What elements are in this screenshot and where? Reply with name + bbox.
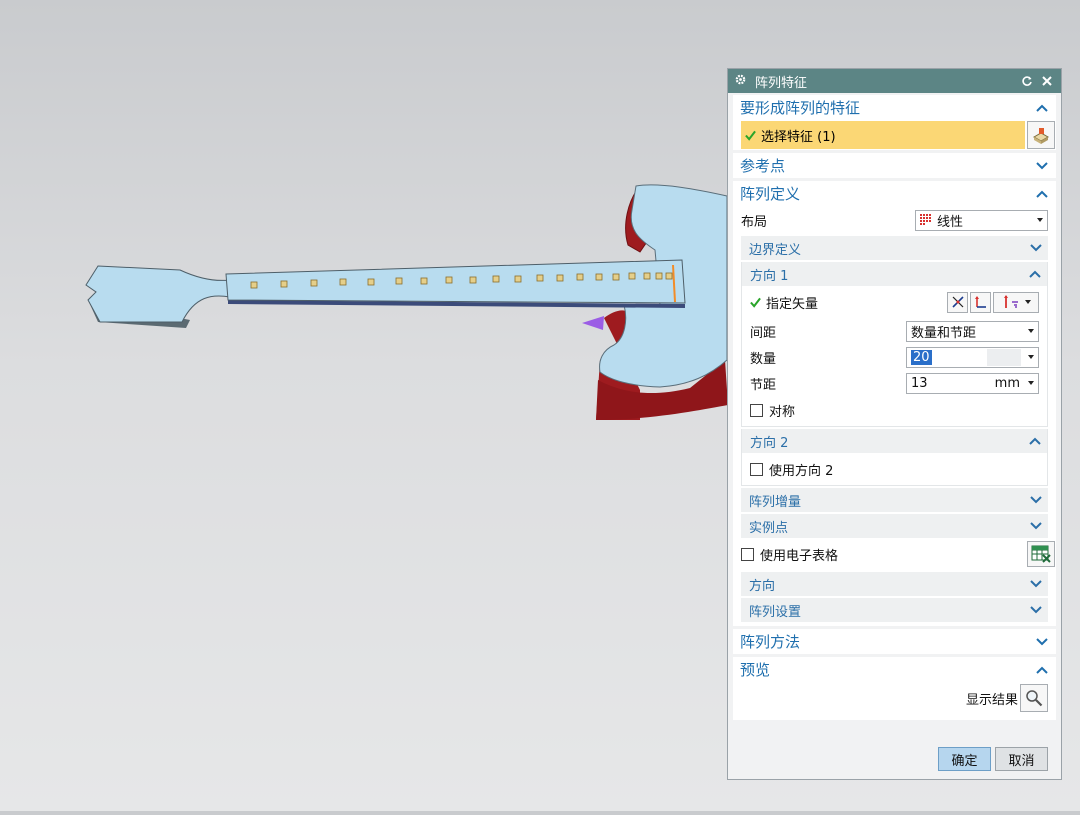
section-features-to-pattern: 要形成阵列的特征 选择特征 (1) — [733, 95, 1056, 150]
vector-dialog-icon[interactable] — [947, 291, 968, 313]
pitch-unit: mm — [994, 375, 1020, 391]
spacing-select[interactable]: 数量和节距 — [906, 320, 1039, 342]
section-header-definition[interactable]: 阵列定义 — [733, 181, 1056, 206]
dialog-titlebar[interactable]: 阵列特征 — [728, 69, 1061, 93]
section-header-method[interactable]: 阵列方法 — [733, 629, 1056, 654]
layout-label: 布局 — [741, 214, 768, 230]
subsection-direction1: 方向 1 指定矢量 间距 数量和节距 数量 20 节距 13 mm 对称 — [741, 262, 1048, 427]
spreadsheet-icon[interactable] — [1027, 541, 1055, 567]
subsection-boundary[interactable]: 边界定义 — [741, 236, 1048, 260]
use-spreadsheet-label: 使用电子表格 — [760, 548, 839, 564]
vector-type-dropdown[interactable] — [993, 291, 1039, 313]
dropdown-arrow-icon — [1028, 355, 1034, 359]
dropdown-arrow-icon — [1028, 329, 1034, 333]
checkmark-icon — [750, 297, 761, 308]
chevron-down-icon — [1036, 637, 1048, 645]
chevron-down-icon — [1030, 244, 1042, 252]
use-direction2-checkbox[interactable] — [750, 462, 763, 476]
count-input[interactable]: 20 — [906, 346, 1039, 368]
magnifier-icon — [1026, 690, 1043, 707]
reset-icon[interactable] — [1019, 73, 1035, 89]
layout-select[interactable]: 线性 — [915, 209, 1048, 231]
checkmark-icon — [745, 130, 756, 141]
pitch-label: 节距 — [750, 377, 777, 393]
chevron-up-icon — [1036, 104, 1048, 112]
chevron-up-icon — [1036, 190, 1048, 198]
spacing-label: 间距 — [750, 325, 777, 341]
subsection-direction2: 方向 2 使用方向 2 — [741, 429, 1048, 486]
use-spreadsheet-checkbox[interactable] — [741, 547, 754, 561]
reverse-direction-icon[interactable] — [970, 291, 991, 313]
subsection-orientation[interactable]: 方向 — [741, 572, 1048, 596]
section-pattern-definition: 阵列定义 布局 线性 边界定义 方向 1 指定矢量 间距 数量和节距 数量 20… — [733, 181, 1056, 626]
subsection-header-direction2[interactable]: 方向 2 — [742, 429, 1047, 453]
dropdown-arrow-icon — [1025, 300, 1031, 304]
subsection-pattern-settings[interactable]: 阵列设置 — [741, 598, 1048, 622]
select-feature-label: 选择特征 (1) — [761, 129, 836, 145]
section-header-reference[interactable]: 参考点 — [733, 153, 1056, 178]
symmetric-label: 对称 — [769, 404, 796, 420]
section-header-features[interactable]: 要形成阵列的特征 — [733, 95, 1056, 120]
ok-button[interactable]: 确定 — [938, 747, 991, 771]
cancel-button[interactable]: 取消 — [995, 747, 1048, 771]
chevron-down-icon — [1030, 496, 1042, 504]
dialog-title: 阵列特征 — [755, 75, 808, 91]
pattern-feature-dialog: 阵列特征 要形成阵列的特征 选择特征 (1) 参考点 阵列定义 布局 线性 边界… — [727, 68, 1062, 780]
chevron-up-icon — [1029, 437, 1041, 445]
specify-vector-label: 指定矢量 — [766, 296, 819, 312]
select-feature-row[interactable]: 选择特征 (1) — [741, 121, 1025, 149]
subsection-instance-points[interactable]: 实例点 — [741, 514, 1048, 538]
section-reference-point: 参考点 — [733, 153, 1056, 178]
subsection-header-direction1[interactable]: 方向 1 — [742, 262, 1047, 286]
dropdown-arrow-icon — [1028, 381, 1034, 385]
chevron-down-icon — [1030, 580, 1042, 588]
subsection-pattern-increment[interactable]: 阵列增量 — [741, 488, 1048, 512]
section-header-preview[interactable]: 预览 — [733, 657, 1056, 682]
show-result-label: 显示结果 — [965, 692, 1018, 708]
symmetric-checkbox[interactable] — [750, 403, 763, 417]
section-pattern-method: 阵列方法 — [733, 629, 1056, 654]
dropdown-arrow-icon — [1037, 218, 1043, 222]
pitch-input[interactable]: 13 mm — [906, 372, 1039, 394]
count-value: 20 — [911, 349, 932, 365]
chevron-down-icon — [1030, 522, 1042, 530]
chevron-up-icon — [1036, 666, 1048, 674]
linear-pattern-icon — [920, 214, 931, 225]
chevron-down-icon — [1036, 161, 1048, 169]
use-direction2-label: 使用方向 2 — [769, 463, 834, 479]
count-label: 数量 — [750, 351, 777, 367]
gear-icon — [734, 73, 747, 90]
section-preview: 预览 显示结果 — [733, 657, 1056, 720]
show-result-button[interactable] — [1020, 684, 1048, 712]
chevron-up-icon — [1029, 270, 1041, 278]
chevron-down-icon — [1030, 606, 1042, 614]
close-icon[interactable] — [1039, 73, 1055, 89]
feature-select-icon[interactable] — [1027, 121, 1055, 149]
